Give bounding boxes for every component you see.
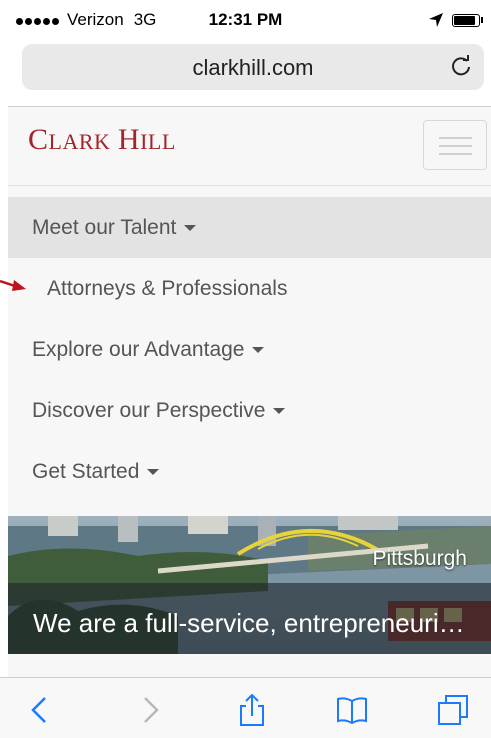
hero-city-label: Pittsburgh <box>372 547 467 570</box>
caret-down-icon <box>147 469 160 476</box>
signal-strength-icon <box>16 10 61 30</box>
carrier-name: Verizon <box>67 10 124 29</box>
hero-tagline: We are a full-service, entrepreneurial l… <box>33 608 477 638</box>
nav-item-attorneys-professionals[interactable]: Attorneys & Professionals <box>8 258 491 319</box>
bookmarks-icon[interactable] <box>336 694 368 726</box>
clark-hill-logo[interactable]: CLARK HILL <box>28 123 176 157</box>
nav-item-explore-our-advantage[interactable]: Explore our Advantage <box>8 319 491 380</box>
website-content: CLARK HILL Meet our Talent Attorneys & P… <box>8 107 491 677</box>
nav-item-meet-our-talent[interactable]: Meet our Talent <box>8 197 491 258</box>
safari-toolbar <box>0 677 491 738</box>
logo-letter-h: H <box>117 123 141 156</box>
battery-icon <box>452 13 480 27</box>
nav-item-label: Explore our Advantage <box>32 338 245 361</box>
status-right <box>428 12 483 28</box>
hamburger-bar <box>439 137 472 139</box>
battery-fill <box>454 15 475 25</box>
caret-down-icon <box>252 347 265 354</box>
nav-item-get-started[interactable]: Get Started <box>8 441 491 502</box>
forward-icon[interactable] <box>133 694 165 726</box>
logo-letter-c: C <box>28 123 49 156</box>
logo-ill: ILL <box>140 129 176 154</box>
tabs-icon[interactable] <box>437 694 469 726</box>
status-left: Verizon 3G <box>16 10 156 30</box>
nav-item-discover-our-perspective[interactable]: Discover our Perspective <box>8 380 491 441</box>
status-bar: Verizon 3G 12:31 PM <box>0 0 491 38</box>
hero-banner[interactable]: Pittsburgh We are a full-service, entrep… <box>8 516 491 654</box>
share-icon[interactable] <box>236 694 268 726</box>
nav-item-label: Discover our Perspective <box>32 399 266 422</box>
url-text: clarkhill.com <box>192 55 314 80</box>
logo-lark: LARK <box>48 129 111 154</box>
nav-item-label: Get Started <box>32 460 140 483</box>
nav-item-label: Attorneys & Professionals <box>47 277 288 300</box>
network-type: 3G <box>133 10 157 29</box>
caret-down-icon <box>273 408 286 415</box>
location-arrow-icon <box>429 13 443 27</box>
hamburger-menu-button[interactable] <box>423 120 487 170</box>
hamburger-bar <box>439 145 472 147</box>
caret-down-icon <box>184 225 197 232</box>
back-icon[interactable] <box>25 694 57 726</box>
address-bar[interactable]: clarkhill.com <box>22 44 484 90</box>
reload-icon[interactable] <box>450 55 472 77</box>
site-header: CLARK HILL <box>8 107 491 186</box>
annotation-arrow-icon <box>0 279 26 291</box>
battery-tip <box>481 17 483 23</box>
main-nav: Meet our Talent Attorneys & Professional… <box>8 197 491 502</box>
nav-item-label: Meet our Talent <box>32 216 177 239</box>
hamburger-bar <box>439 153 472 155</box>
